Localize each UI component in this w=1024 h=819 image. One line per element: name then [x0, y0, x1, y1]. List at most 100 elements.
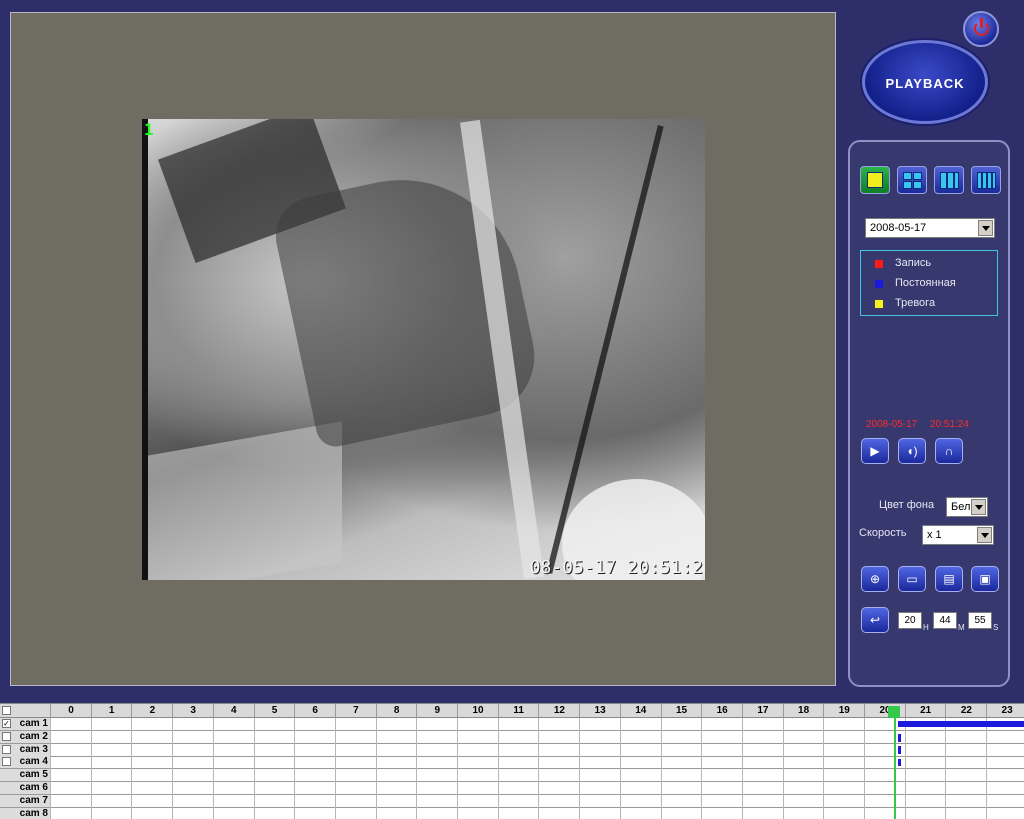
play-icon: ▶: [870, 444, 880, 458]
hour-label: 6: [294, 704, 335, 718]
legend-label: Тревога: [895, 297, 936, 309]
video-viewport[interactable]: 1 08-05-17 20:51:2: [10, 12, 836, 686]
headphones-button[interactable]: ∩: [935, 438, 963, 464]
layout-2x2-icon: [913, 172, 922, 180]
recording-segment: [898, 734, 901, 742]
control-panel: 2008-05-17 Запись Постоянная Тревога 200…: [848, 140, 1010, 687]
timeline-cursor[interactable]: [893, 718, 896, 819]
playback-logo: PLAYBACK: [862, 40, 988, 124]
recording-segment: [898, 746, 901, 754]
camera-checkbox[interactable]: [2, 757, 11, 767]
audio-button[interactable]: ◖): [898, 438, 926, 464]
hour-gridline: [497, 718, 499, 819]
recording-segment: [898, 759, 901, 766]
camera-label: cam 8: [0, 807, 50, 819]
minute-input[interactable]: 44: [933, 612, 957, 629]
camera-checkbox[interactable]: ✓: [2, 719, 11, 728]
osd-timestamp: 08-05-17 20:51:2: [529, 557, 703, 578]
camera-label: cam 6: [0, 782, 50, 794]
date-select[interactable]: 2008-05-17: [865, 218, 995, 238]
hour-label: 17: [741, 704, 783, 718]
speed-value: x 1: [927, 529, 942, 541]
snapshot-button[interactable]: ▭: [898, 566, 926, 592]
hour-label: 9: [416, 704, 457, 718]
speed-select[interactable]: x 1: [922, 525, 994, 545]
video-content: [142, 119, 148, 580]
camera-checkbox[interactable]: [2, 744, 11, 754]
record-type-legend: Запись Постоянная Тревога: [860, 250, 998, 316]
zoom-button[interactable]: ⊕: [861, 566, 889, 592]
background-color-select[interactable]: Бель: [946, 497, 988, 517]
hour-gridline: [579, 718, 581, 819]
camera-row[interactable]: cam 5: [0, 769, 1024, 783]
background-color-label: Цвет фона: [879, 499, 935, 511]
hour-label: 3: [172, 704, 213, 718]
camera-row[interactable]: cam 7: [0, 794, 1024, 808]
camera-row[interactable]: cam 2: [0, 730, 1024, 744]
layout-4x4-button[interactable]: [971, 166, 1001, 194]
minute-unit: M: [958, 623, 965, 632]
chevron-down-icon[interactable]: [971, 499, 986, 515]
hour-label: 10: [457, 704, 498, 718]
hour-label: 7: [334, 704, 376, 718]
hour-gridline: [619, 718, 621, 819]
speed-label: Скорость: [859, 527, 907, 539]
timeline-cursor-handle[interactable]: [887, 706, 900, 718]
hour-gridline: [660, 718, 662, 819]
hour-label: 23: [986, 704, 1024, 718]
hour-label: 5: [253, 704, 295, 718]
hour-gridline: [253, 718, 255, 819]
layout-3x3-button[interactable]: [934, 166, 964, 194]
print-button[interactable]: ▤: [935, 566, 963, 592]
camera-row[interactable]: cam 3: [0, 743, 1024, 757]
hour-label: 12: [538, 704, 579, 718]
hour-gridline: [50, 718, 51, 819]
backup-button[interactable]: ▣: [971, 566, 999, 592]
camera-checkbox[interactable]: [2, 731, 11, 741]
legend-label: Запись: [895, 257, 932, 269]
power-icon-stem: [980, 18, 983, 28]
hour-input[interactable]: 20: [898, 612, 922, 629]
hour-gridline: [457, 718, 458, 819]
camera-video-frame[interactable]: 1 08-05-17 20:51:2: [142, 119, 705, 580]
layout-1x1-button[interactable]: [860, 166, 890, 194]
chevron-down-icon[interactable]: [977, 527, 992, 543]
power-button[interactable]: [963, 11, 999, 47]
camera-row[interactable]: cam 8: [0, 807, 1024, 819]
chevron-down-icon[interactable]: [978, 220, 993, 236]
hour-label: 2: [131, 704, 172, 718]
hour-label: 16: [701, 704, 742, 718]
hour-label: 4: [212, 704, 254, 718]
camera-row[interactable]: cam 1 ✓: [0, 718, 1024, 731]
goto-time-button[interactable]: ↩: [861, 607, 889, 633]
camera-label: cam 7: [0, 794, 50, 807]
play-button[interactable]: ▶: [861, 438, 889, 464]
hour-gridline: [782, 718, 784, 819]
hour-label: 21: [904, 704, 946, 718]
logo-text: PLAYBACK: [885, 76, 965, 91]
hour-gridline: [212, 718, 214, 819]
timeline-header: 0 1 2 3 4 5 6 7 8 9 10 11 12 13 14 15 16 17 18 19 20 21 22 23: [0, 704, 1024, 718]
printer-icon: ▤: [943, 572, 955, 586]
hour-gridline: [986, 718, 988, 819]
date-select-value: 2008-05-17: [870, 222, 927, 234]
hour-label: 0: [50, 704, 91, 718]
layout-2x2-button[interactable]: [897, 166, 927, 194]
hour-gridline: [172, 718, 174, 819]
hour-label: 11: [497, 704, 539, 718]
hour-gridline: [375, 718, 377, 819]
camera-row[interactable]: cam 4: [0, 756, 1024, 770]
video-content: [142, 421, 342, 580]
hour-label: 15: [660, 704, 702, 718]
hour-gridline: [538, 718, 540, 819]
select-all-checkbox[interactable]: [2, 706, 11, 715]
layout-2x2-icon: [903, 181, 912, 189]
red-swatch-icon: [875, 260, 883, 268]
camera-label: cam 5: [0, 769, 50, 782]
timeline[interactable]: 0 1 2 3 4 5 6 7 8 9 10 11 12 13 14 15 16 17 18 19 20 21 22 23 c…: [0, 703, 1024, 819]
hour-label: 8: [375, 704, 417, 718]
headphones-icon: ∩: [944, 444, 954, 458]
hour-label: 14: [619, 704, 661, 718]
second-input[interactable]: 55: [968, 612, 992, 629]
camera-row[interactable]: cam 6: [0, 782, 1024, 795]
